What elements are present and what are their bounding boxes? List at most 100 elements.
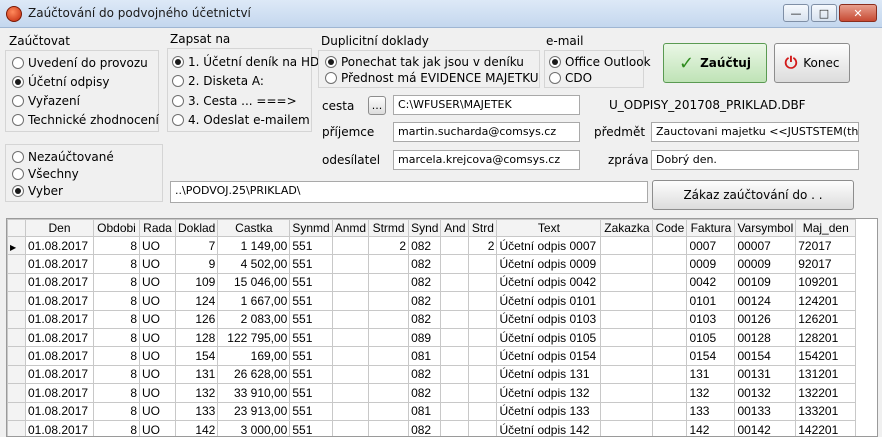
table-cell[interactable] — [652, 235, 688, 256]
table-cell[interactable]: 133 — [686, 401, 736, 421]
table-cell[interactable]: UO — [139, 291, 176, 311]
table-cell[interactable]: 01.08.2017 — [25, 291, 94, 311]
table-cell[interactable]: 01.08.2017 — [25, 419, 94, 436]
browse-button[interactable]: ... — [368, 96, 386, 115]
table-cell[interactable]: 15 046,00 — [217, 272, 291, 293]
table-cell[interactable] — [600, 364, 654, 385]
table-cell[interactable]: 133201 — [795, 401, 857, 421]
table-cell[interactable] — [331, 254, 370, 274]
radio-prednost[interactable]: Přednost má EVIDENCE MAJETKU — [325, 71, 539, 85]
table-cell[interactable] — [368, 364, 410, 385]
table-cell[interactable]: 8 — [93, 309, 140, 329]
table-cell[interactable] — [652, 272, 688, 293]
radio-ucetni-denik[interactable]: 1. Účetní deník na HD — [172, 55, 319, 69]
row-indicator[interactable] — [7, 309, 26, 329]
table-cell[interactable] — [331, 235, 370, 256]
table-cell[interactable] — [331, 419, 370, 436]
table-cell[interactable]: 01.08.2017 — [25, 401, 94, 421]
table-cell[interactable]: 0103 — [686, 309, 736, 329]
table-cell[interactable]: 128201 — [795, 327, 857, 348]
radio-technicke-zhodnoceni[interactable]: Technické zhodnocení — [12, 113, 159, 127]
table-cell[interactable] — [368, 309, 410, 329]
table-cell[interactable]: 01.08.2017 — [25, 254, 94, 274]
table-cell[interactable]: 122 795,00 — [217, 327, 291, 348]
table-cell[interactable]: 082 — [408, 419, 442, 436]
table-cell[interactable]: 92017 — [795, 254, 857, 274]
table-cell[interactable]: 01.08.2017 — [25, 235, 94, 256]
path-input[interactable]: ..\PODVOJ.25\PRIKLAD\ — [170, 181, 648, 203]
table-cell[interactable]: 8 — [93, 254, 140, 274]
table-cell[interactable]: 0042 — [686, 272, 736, 293]
table-cell[interactable] — [331, 364, 370, 385]
table-cell[interactable]: 126 — [174, 309, 219, 329]
table-cell[interactable] — [652, 291, 688, 311]
table-cell[interactable] — [652, 254, 688, 274]
radio-disketa[interactable]: 2. Disketa A: — [172, 74, 264, 88]
table-cell[interactable]: 124 — [174, 291, 219, 311]
table-cell[interactable] — [368, 401, 410, 421]
table-cell[interactable]: 082 — [408, 383, 442, 403]
table-cell[interactable]: 551 — [289, 401, 333, 421]
table-cell[interactable] — [600, 254, 654, 274]
prijemce-input[interactable]: martin.sucharda@comsys.cz — [393, 122, 580, 142]
table-cell[interactable]: 00009 — [734, 254, 797, 274]
table-row[interactable]: 01.08.2017 8 UO 142 3 000,00 551 082 Účetní odp… — [7, 419, 857, 436]
row-indicator[interactable] — [7, 383, 26, 403]
table-cell[interactable]: 0101 — [686, 291, 736, 311]
table-cell[interactable]: 00131 — [734, 364, 797, 385]
table-cell[interactable]: 8 — [93, 383, 140, 403]
table-cell[interactable] — [600, 272, 654, 293]
col-header[interactable]: Text — [496, 219, 602, 237]
table-cell[interactable] — [600, 327, 654, 348]
table-cell[interactable] — [468, 272, 498, 293]
table-cell[interactable]: 2 083,00 — [217, 309, 291, 329]
table-cell[interactable] — [440, 309, 470, 329]
col-header[interactable]: Code — [652, 219, 688, 237]
table-cell[interactable]: Účetní odpis 0103 — [496, 309, 602, 329]
col-header[interactable]: Faktura — [686, 219, 736, 237]
table-cell[interactable]: Účetní odpis 133 — [496, 401, 602, 421]
radio-cdo[interactable]: CDO — [549, 71, 592, 85]
table-cell[interactable] — [440, 364, 470, 385]
table-cell[interactable] — [331, 327, 370, 348]
table-cell[interactable]: 551 — [289, 309, 333, 329]
table-cell[interactable]: 8 — [93, 327, 140, 348]
table-cell[interactable] — [440, 327, 470, 348]
table-cell[interactable] — [440, 419, 470, 436]
row-indicator[interactable] — [7, 346, 26, 366]
table-cell[interactable]: Účetní odpis 0154 — [496, 346, 602, 366]
table-cell[interactable] — [600, 235, 654, 256]
table-cell[interactable] — [440, 254, 470, 274]
table-cell[interactable] — [331, 383, 370, 403]
predmet-input[interactable]: Zauctovani majetku <<JUSTSTEM(th — [651, 122, 859, 142]
table-cell[interactable] — [331, 346, 370, 366]
table-cell[interactable] — [468, 327, 498, 348]
radio-vsechny[interactable]: Všechny — [12, 167, 79, 181]
table-row[interactable]: ▶ 01.08.2017 8 UO 7 1 149,00 551 2 082 2 Účetní od… — [7, 235, 857, 256]
table-cell[interactable]: Účetní odpis 142 — [496, 419, 602, 436]
table-cell[interactable]: UO — [139, 401, 176, 421]
minimize-button[interactable]: — — [783, 4, 809, 22]
table-cell[interactable] — [368, 254, 410, 274]
table-cell[interactable]: 551 — [289, 254, 333, 274]
table-cell[interactable] — [368, 272, 410, 293]
table-cell[interactable]: 01.08.2017 — [25, 364, 94, 385]
table-cell[interactable]: 00124 — [734, 291, 797, 311]
table-cell[interactable]: 00128 — [734, 327, 797, 348]
col-header[interactable]: Castka — [217, 219, 291, 237]
table-cell[interactable]: 8 — [93, 272, 140, 293]
table-cell[interactable]: 01.08.2017 — [25, 327, 94, 348]
table-cell[interactable]: 082 — [408, 235, 442, 256]
table-cell[interactable] — [440, 401, 470, 421]
journal-grid[interactable]: Den Obdobi Rada Doklad Castka Synmd Anmd… — [6, 218, 878, 437]
table-row[interactable]: 01.08.2017 8 UO 133 23 913,00 551 081 Účetní od… — [7, 401, 857, 421]
table-cell[interactable]: 089 — [408, 327, 442, 348]
table-cell[interactable]: 551 — [289, 364, 333, 385]
table-cell[interactable]: 551 — [289, 272, 333, 293]
table-cell[interactable]: Účetní odpis 0042 — [496, 272, 602, 293]
table-cell[interactable] — [468, 383, 498, 403]
table-row[interactable]: 01.08.2017 8 UO 131 26 628,00 551 082 Účetní od… — [7, 364, 857, 385]
table-cell[interactable]: 8 — [93, 364, 140, 385]
radio-vyrazeni[interactable]: Vyřazení — [12, 94, 80, 108]
table-cell[interactable]: 23 913,00 — [217, 401, 291, 421]
